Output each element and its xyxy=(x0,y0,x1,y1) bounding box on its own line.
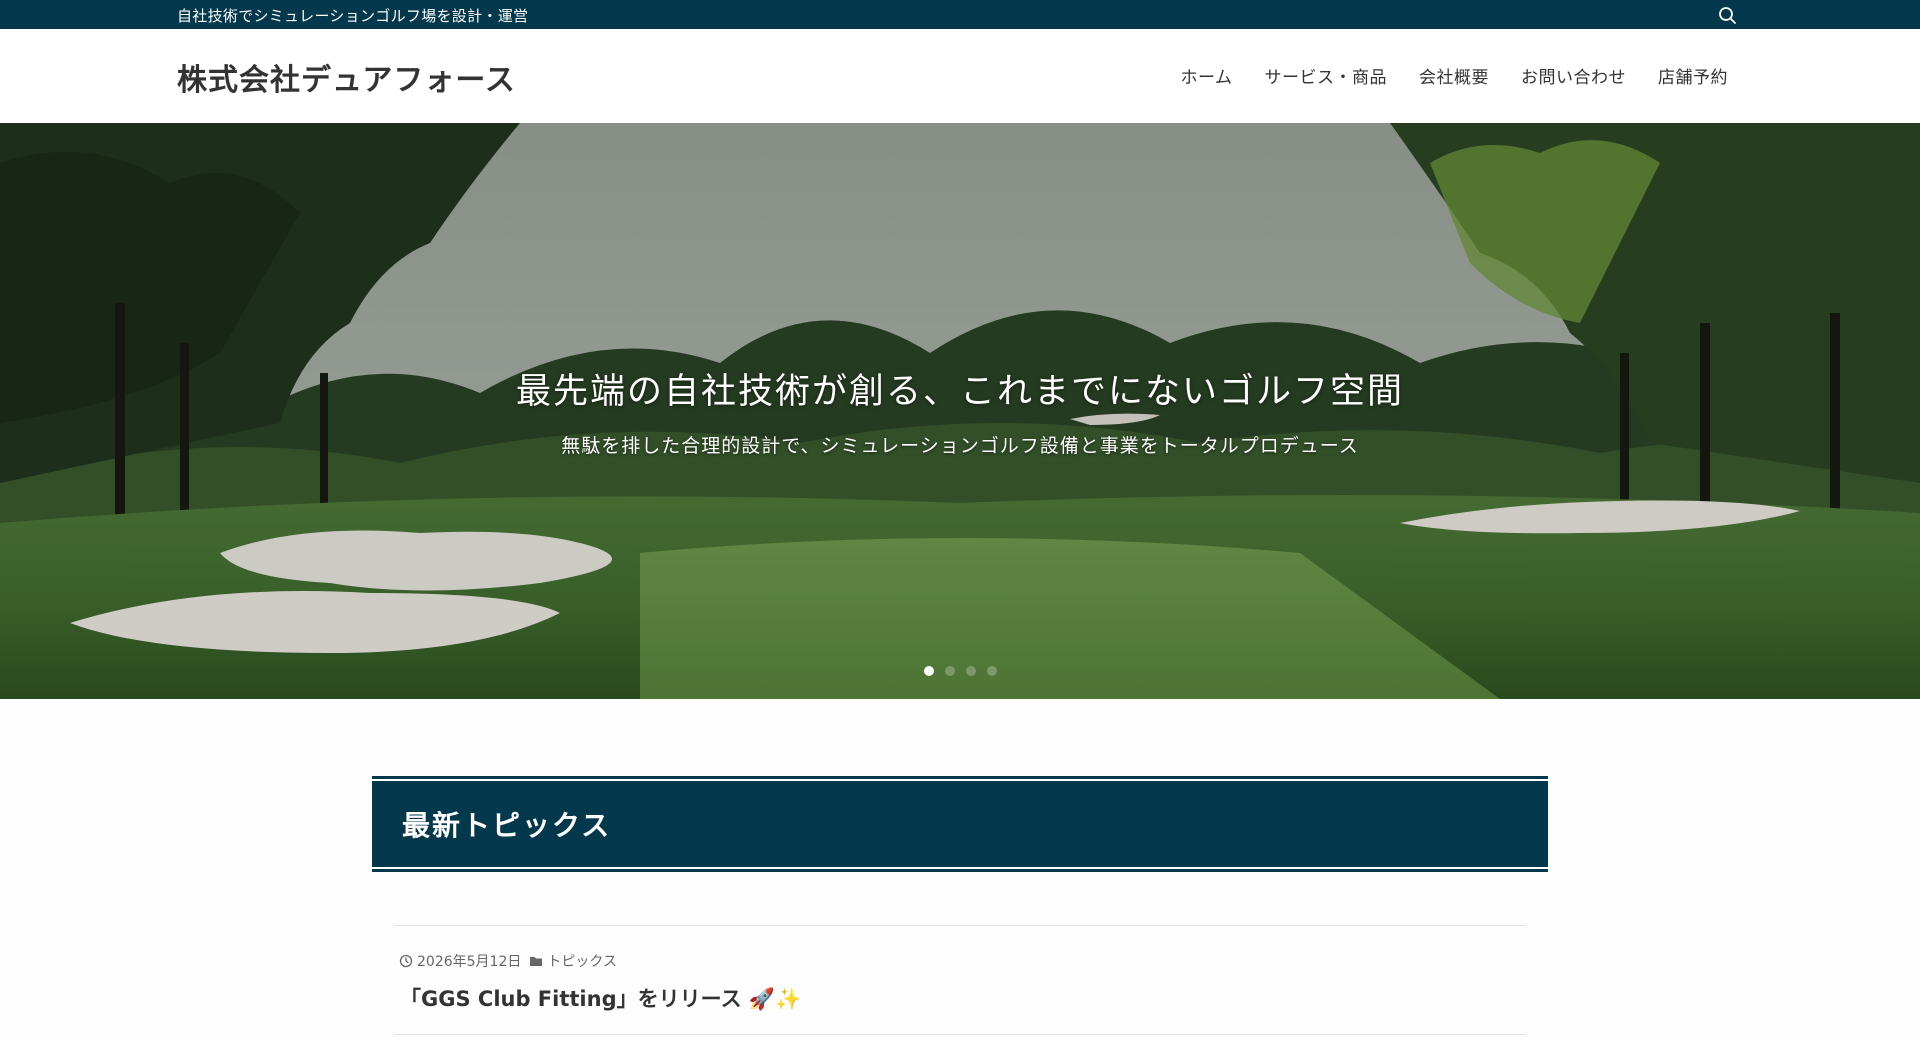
nav-item-company[interactable]: 会社概要 xyxy=(1419,63,1489,88)
site-header: 株式会社デュアフォース ホーム サービス・商品 会社概要 お問い合わせ 店舗予約 xyxy=(0,29,1920,123)
post-meta: 2026年5月12日 トピックス xyxy=(399,951,617,971)
slider-dot-3[interactable] xyxy=(965,666,976,676)
post-category[interactable]: トピックス xyxy=(547,951,617,971)
hero-subtitle: 無駄を排した合理的設計で、シミュレーションゴルフ設備と事業をトータルプロデュース xyxy=(561,435,1359,457)
site-tagline: 自社技術でシミュレーションゴルフ場を設計・運営 xyxy=(177,7,529,25)
hero-title: 最先端の自社技術が創る、これまでにないゴルフ空間 xyxy=(515,372,1404,412)
search-icon[interactable] xyxy=(1716,4,1738,26)
slider-dot-2[interactable] xyxy=(944,666,955,676)
post-divider-top xyxy=(394,925,1526,926)
hero-slider: 最先端の自社技術が創る、これまでにないゴルフ空間 無駄を排した合理的設計で、シミ… xyxy=(0,123,1920,699)
slider-dot-4[interactable] xyxy=(986,666,997,676)
topics-heading: 最新トピックス xyxy=(402,809,612,842)
post-date: 2026年5月12日 xyxy=(417,954,522,970)
folder-icon xyxy=(529,954,543,968)
nav-item-services[interactable]: サービス・商品 xyxy=(1265,63,1388,88)
nav-item-contact[interactable]: お問い合わせ xyxy=(1521,63,1626,88)
topics-section-header: 最新トピックス xyxy=(372,776,1548,872)
slider-dot-1[interactable] xyxy=(923,666,934,676)
nav-item-reservation[interactable]: 店舗予約 xyxy=(1658,63,1728,88)
site-logo[interactable]: 株式会社デュアフォース xyxy=(177,55,516,99)
slider-pagination xyxy=(0,666,1920,676)
post-title-link[interactable]: 「GGS Club Fitting」をリリース 🚀✨ xyxy=(400,983,801,1013)
main-nav: ホーム サービス・商品 会社概要 お問い合わせ 店舗予約 xyxy=(1181,63,1729,88)
clock-icon xyxy=(399,954,413,968)
nav-item-home[interactable]: ホーム xyxy=(1181,63,1233,88)
post-divider-bottom xyxy=(394,1034,1526,1035)
top-bar: 自社技術でシミュレーションゴルフ場を設計・運営 xyxy=(0,0,1920,29)
